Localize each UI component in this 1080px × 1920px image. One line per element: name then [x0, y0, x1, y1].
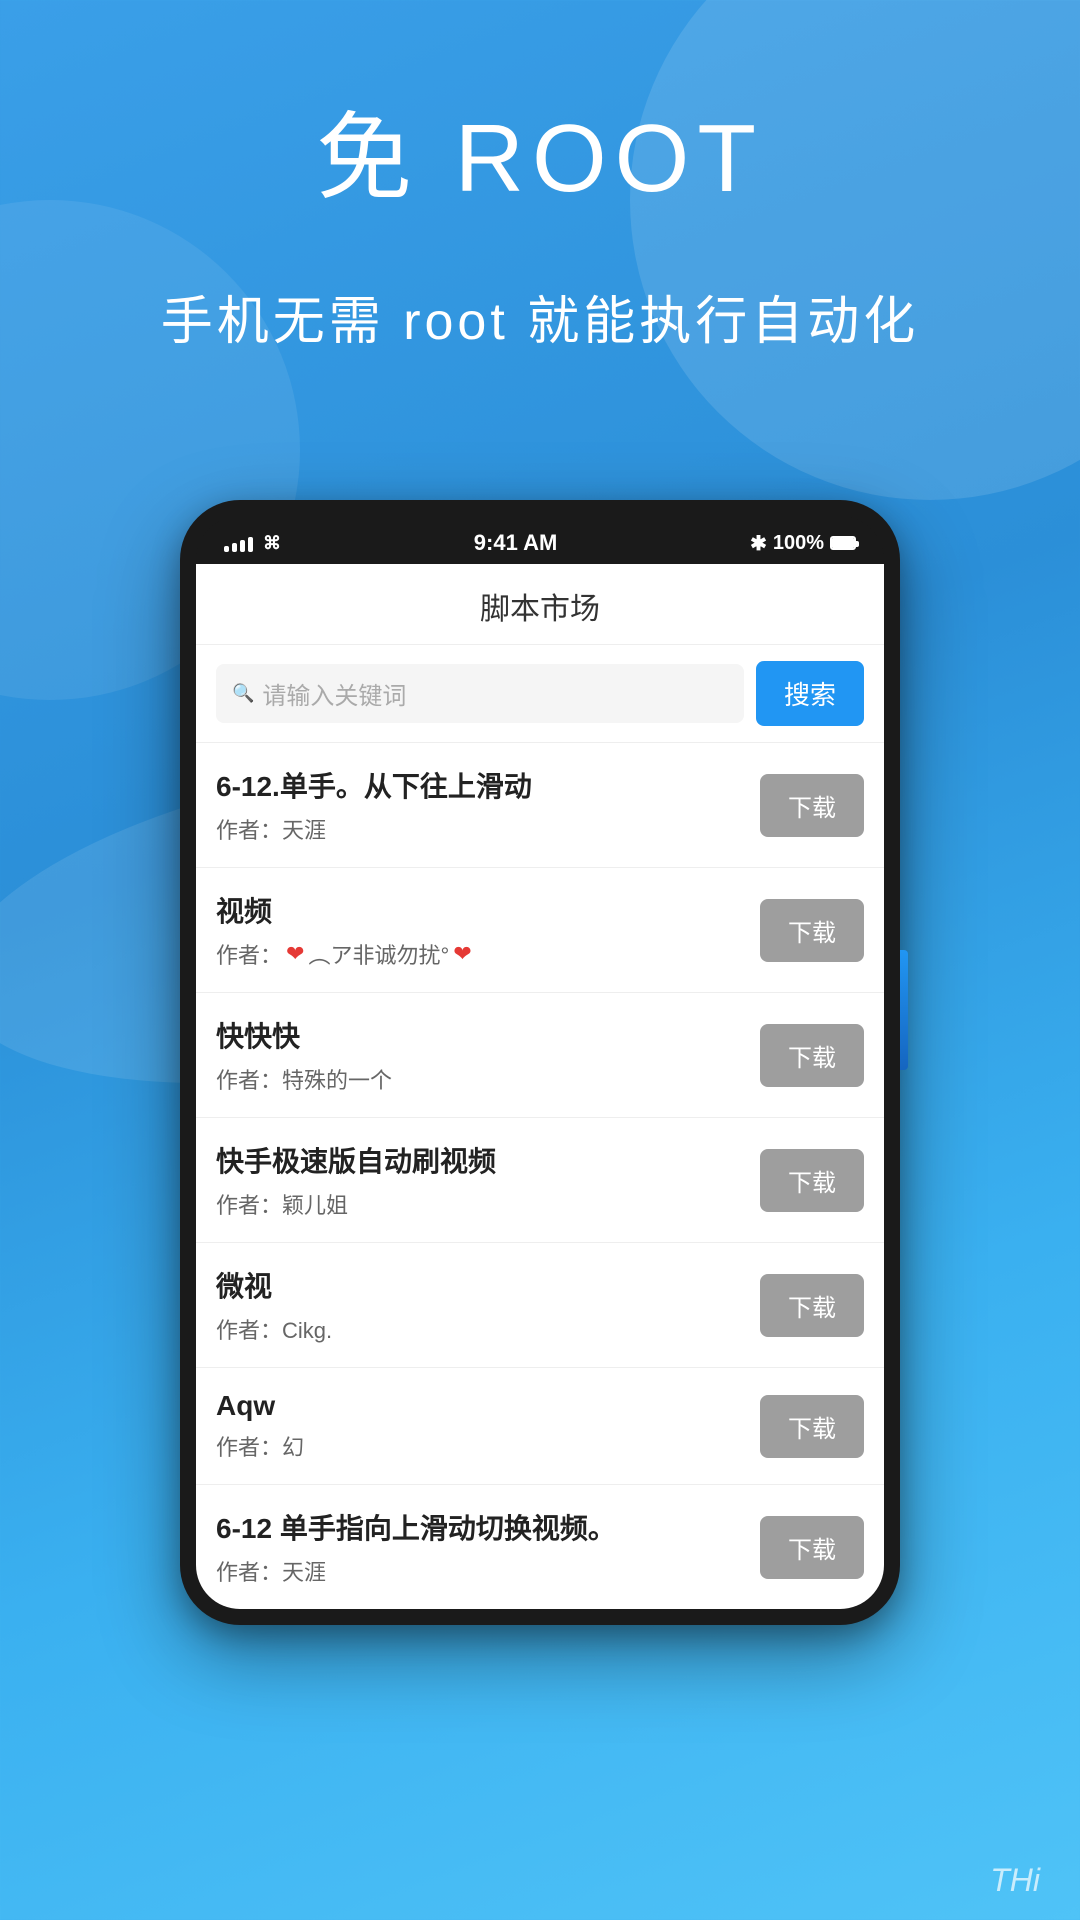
battery-icon	[830, 536, 856, 550]
signal-bar-3	[240, 540, 245, 552]
download-button-3[interactable]: 下载	[760, 1024, 864, 1087]
script-info-2: 视频 作者： ❤ ︵ア非诚勿扰° ❤	[216, 890, 760, 970]
download-button-6[interactable]: 下载	[760, 1395, 864, 1458]
download-button-5[interactable]: 下载	[760, 1274, 864, 1337]
signal-bar-2	[232, 543, 237, 552]
phone-frame: ⌘ 9:41 AM ✱ 100% 脚本市场 🔍 请输入关键词	[180, 500, 900, 1625]
status-time: 9:41 AM	[474, 530, 558, 556]
script-item-3: 快快快 作者：特殊的一个 下载	[196, 993, 884, 1118]
main-title: 免 ROOT	[0, 80, 1080, 219]
script-name-6: Aqw	[216, 1390, 760, 1422]
search-input-container[interactable]: 🔍 请输入关键词	[216, 664, 744, 723]
status-left: ⌘	[224, 533, 281, 554]
script-author-6: 作者：幻	[216, 1430, 760, 1462]
author-name-2: ︵ア非诚勿扰°	[308, 938, 449, 970]
script-item-7: 6-12 单手指向上滑动切换视频。 作者：天涯 下载	[196, 1485, 884, 1609]
heart-icon-left: ❤	[286, 941, 304, 967]
script-author-7: 作者：天涯	[216, 1555, 760, 1587]
signal-bar-1	[224, 546, 229, 552]
heart-icon-right: ❤	[453, 941, 471, 967]
bottom-area: THi	[0, 1840, 1080, 1920]
script-item-4: 快手极速版自动刷视频 作者：颖儿姐 下载	[196, 1118, 884, 1243]
search-icon: 🔍	[232, 683, 254, 704]
script-info-1: 6-12.单手。从下往上滑动 作者：天涯	[216, 765, 760, 845]
author-prefix-2: 作者：	[216, 938, 282, 970]
script-name-3: 快快快	[216, 1015, 760, 1055]
script-author-2: 作者： ❤ ︵ア非诚勿扰° ❤	[216, 938, 760, 970]
side-bar-decoration	[900, 950, 908, 1070]
search-placeholder: 请输入关键词	[262, 676, 406, 711]
download-button-7[interactable]: 下载	[760, 1516, 864, 1579]
phone-screen: 脚本市场 🔍 请输入关键词 搜索 6-12.单手。从下往上滑动 作者：天涯 下载	[196, 564, 884, 1609]
script-author-5: 作者：Cikg.	[216, 1313, 760, 1345]
script-info-7: 6-12 单手指向上滑动切换视频。 作者：天涯	[216, 1507, 760, 1587]
wifi-icon: ⌘	[263, 533, 281, 554]
script-author-4: 作者：颖儿姐	[216, 1188, 760, 1220]
hero-section: 免 ROOT 手机无需 root 就能执行自动化	[0, 80, 1080, 354]
script-item-5: 微视 作者：Cikg. 下载	[196, 1243, 884, 1368]
script-info-3: 快快快 作者：特殊的一个	[216, 1015, 760, 1095]
search-bar: 🔍 请输入关键词 搜索	[196, 645, 884, 743]
script-item-2: 视频 作者： ❤ ︵ア非诚勿扰° ❤ 下载	[196, 868, 884, 993]
download-button-2[interactable]: 下载	[760, 899, 864, 962]
script-info-5: 微视 作者：Cikg.	[216, 1265, 760, 1345]
bluetooth-icon: ✱	[750, 531, 767, 556]
battery-percent: 100%	[773, 532, 824, 555]
script-info-4: 快手极速版自动刷视频 作者：颖儿姐	[216, 1140, 760, 1220]
status-bar: ⌘ 9:41 AM ✱ 100%	[196, 516, 884, 564]
script-name-7: 6-12 单手指向上滑动切换视频。	[216, 1507, 760, 1547]
script-author-3: 作者：特殊的一个	[216, 1063, 760, 1095]
app-title: 脚本市场	[196, 564, 884, 645]
download-button-1[interactable]: 下载	[760, 774, 864, 837]
script-item-1: 6-12.单手。从下往上滑动 作者：天涯 下载	[196, 743, 884, 868]
script-name-1: 6-12.单手。从下往上滑动	[216, 765, 760, 805]
script-name-2: 视频	[216, 890, 760, 930]
search-button[interactable]: 搜索	[756, 661, 864, 726]
download-button-4[interactable]: 下载	[760, 1149, 864, 1212]
signal-icon	[224, 534, 253, 552]
script-name-4: 快手极速版自动刷视频	[216, 1140, 760, 1180]
script-info-6: Aqw 作者：幻	[216, 1390, 760, 1462]
signal-bar-4	[248, 537, 253, 552]
watermark-text: THi	[990, 1862, 1040, 1899]
phone-mockup: ⌘ 9:41 AM ✱ 100% 脚本市场 🔍 请输入关键词	[180, 500, 900, 1625]
status-right: ✱ 100%	[750, 531, 856, 556]
script-item-6: Aqw 作者：幻 下载	[196, 1368, 884, 1485]
subtitle: 手机无需 root 就能执行自动化	[0, 279, 1080, 354]
script-author-1: 作者：天涯	[216, 813, 760, 845]
script-name-5: 微视	[216, 1265, 760, 1305]
